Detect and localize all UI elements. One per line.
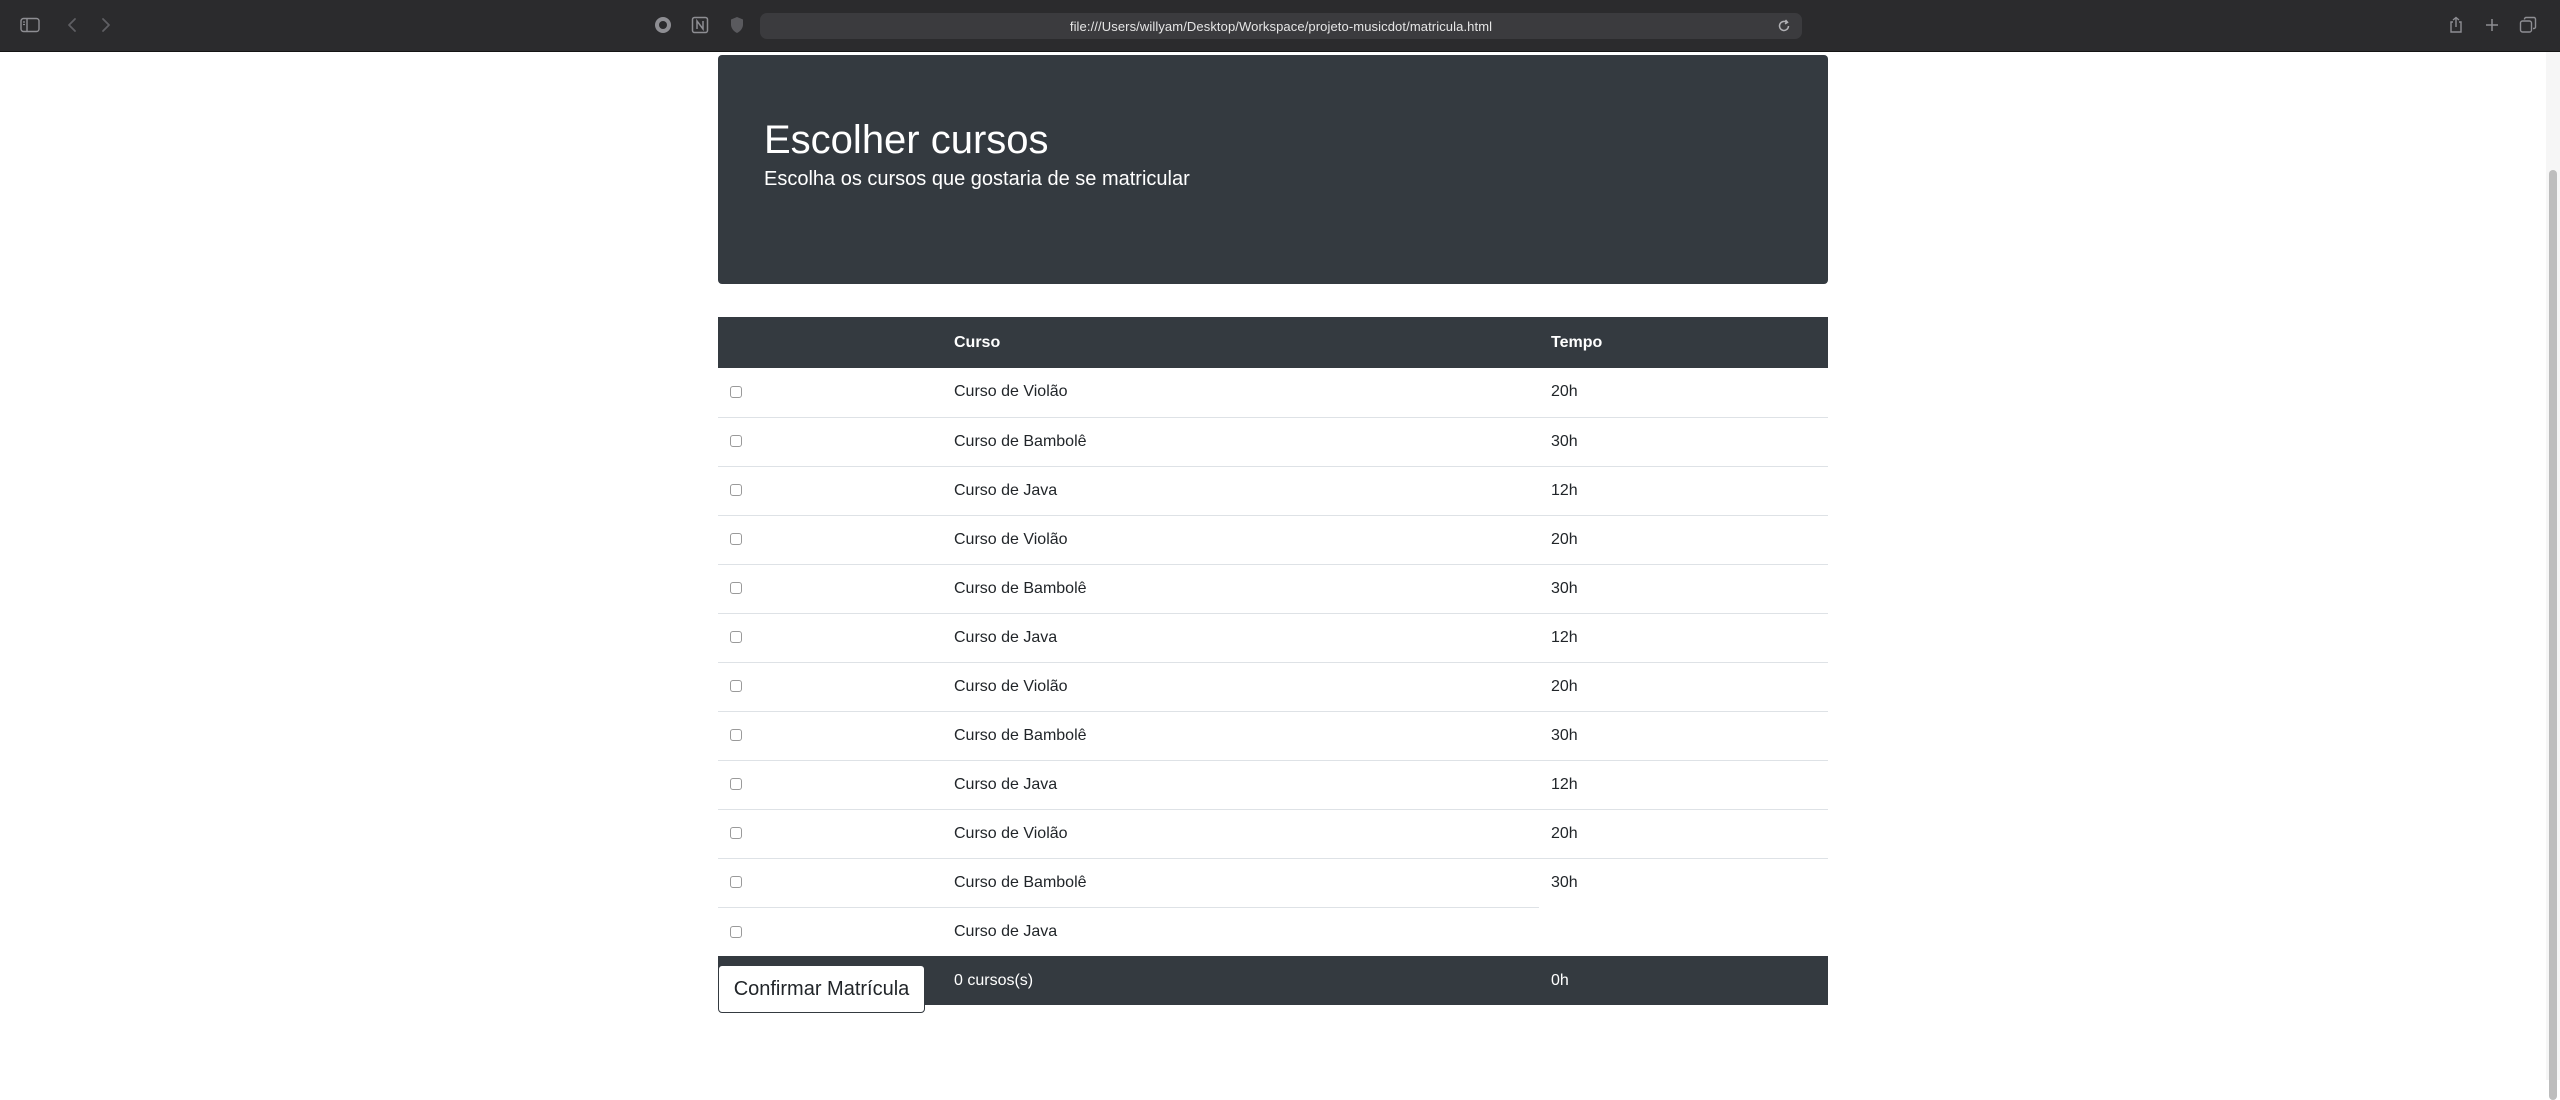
course-checkbox[interactable] (730, 484, 742, 497)
course-time: 20h (1539, 808, 1828, 858)
back-icon[interactable] (62, 13, 82, 37)
privacy-shield-icon[interactable] (727, 13, 747, 37)
course-time: 20h (1539, 661, 1828, 711)
table-row: Curso de Bambolê 30h (718, 416, 1828, 466)
table-row: Curso de Violão 20h (718, 368, 1828, 417)
notion-extension-icon[interactable] (690, 13, 710, 37)
course-name: Curso de Violão (942, 514, 1539, 564)
course-time: 30h (1539, 563, 1828, 613)
table-row: Curso de Java 12h (718, 465, 1828, 515)
table-row: Curso de Bambolê 30h (718, 710, 1828, 760)
confirm-enrollment-button[interactable]: Confirmar Matrícula (718, 965, 925, 1013)
courses-table: Curso Tempo Curso de Violão 20h Curso de B… (718, 317, 1828, 1005)
course-checkbox[interactable] (730, 680, 742, 693)
scrollbar-thumb[interactable] (2549, 170, 2557, 1100)
row-select-cell (718, 563, 942, 613)
table-row: Curso de Java 12h (718, 612, 1828, 662)
course-checkbox[interactable] (730, 631, 742, 644)
course-name: Curso de Java (942, 759, 1539, 809)
course-checkbox[interactable] (730, 778, 742, 791)
course-time: 30h (1539, 710, 1828, 760)
extension-icon[interactable] (653, 13, 673, 37)
course-name: Curso de Bambolê (942, 563, 1539, 613)
course-time: 20h (1539, 514, 1828, 564)
address-bar[interactable]: file:///Users/willyam/Desktop/Workspace/… (760, 13, 1802, 39)
course-time: 20h (1551, 383, 1578, 401)
course-time: 12h (1539, 759, 1828, 809)
course-name: Curso de Bambolê (942, 857, 1539, 907)
table-row: Curso de Java (718, 906, 1828, 956)
browser-toolbar: file:///Users/willyam/Desktop/Workspace/… (0, 0, 2560, 52)
header-select (718, 317, 942, 368)
course-checkbox[interactable] (730, 729, 742, 742)
new-tab-icon[interactable] (2482, 13, 2502, 37)
table-row: Curso de Violão 20h (718, 514, 1828, 564)
course-name: Curso de Violão (954, 383, 1068, 401)
course-name: Curso de Bambolê (942, 416, 1539, 466)
footer-course-count: 0 cursos(s) (942, 956, 1539, 1005)
course-checkbox[interactable] (730, 386, 742, 399)
header-tempo: Tempo (1539, 317, 1828, 368)
page-container: Escolher cursos Escolha os cursos que go… (718, 55, 1828, 1005)
course-checkbox[interactable] (730, 582, 742, 595)
course-time: 30h (1539, 416, 1828, 466)
row-select-cell (718, 368, 942, 417)
course-checkbox[interactable] (730, 435, 742, 448)
sidebar-toggle-icon[interactable] (18, 13, 42, 37)
course-time (1539, 907, 1828, 956)
row-select-cell (718, 857, 942, 907)
row-select-cell (718, 906, 942, 956)
course-time: 30h (1539, 857, 1828, 907)
course-name: Curso de Java (942, 612, 1539, 662)
row-select-cell (718, 710, 942, 760)
forward-icon[interactable] (96, 13, 116, 37)
footer-total-time: 0h (1539, 956, 1828, 1005)
course-name: Curso de Java (942, 906, 1539, 956)
header-curso: Curso (942, 317, 1539, 368)
course-time: 12h (1539, 465, 1828, 515)
course-checkbox[interactable] (730, 876, 742, 889)
tab-overview-icon[interactable] (2518, 13, 2538, 37)
row-select-cell (718, 514, 942, 564)
course-name: Curso de Violão (942, 661, 1539, 711)
row-select-cell (718, 661, 942, 711)
table-header-row: Curso Tempo (718, 317, 1828, 368)
row-select-cell (718, 808, 942, 858)
table-row: Curso de Bambolê 30h (718, 857, 1828, 907)
course-time: 12h (1539, 612, 1828, 662)
course-checkbox[interactable] (730, 827, 742, 840)
page-title: Escolher cursos (764, 118, 1049, 162)
vertical-scrollbar[interactable] (2546, 52, 2560, 1100)
table-row: Curso de Bambolê 30h (718, 563, 1828, 613)
jumbotron-header: Escolher cursos Escolha os cursos que go… (718, 55, 1828, 284)
course-name: Curso de Java (942, 465, 1539, 515)
row-select-cell (718, 465, 942, 515)
row-select-cell (718, 759, 942, 809)
url-text[interactable]: file:///Users/willyam/Desktop/Workspace/… (1070, 19, 1492, 34)
table-row: Curso de Violão 20h (718, 661, 1828, 711)
page-subtitle: Escolha os cursos que gostaria de se mat… (764, 168, 1190, 190)
course-checkbox[interactable] (730, 925, 742, 938)
table-row: Curso de Violão 20h (718, 808, 1828, 858)
reload-icon[interactable] (1776, 18, 1792, 34)
course-name: Curso de Violão (942, 808, 1539, 858)
row-select-cell (718, 416, 942, 466)
row-select-cell (718, 612, 942, 662)
table-row: Curso de Java 12h (718, 759, 1828, 809)
course-checkbox[interactable] (730, 533, 742, 546)
share-icon[interactable] (2446, 13, 2466, 37)
course-name: Curso de Bambolê (942, 710, 1539, 760)
